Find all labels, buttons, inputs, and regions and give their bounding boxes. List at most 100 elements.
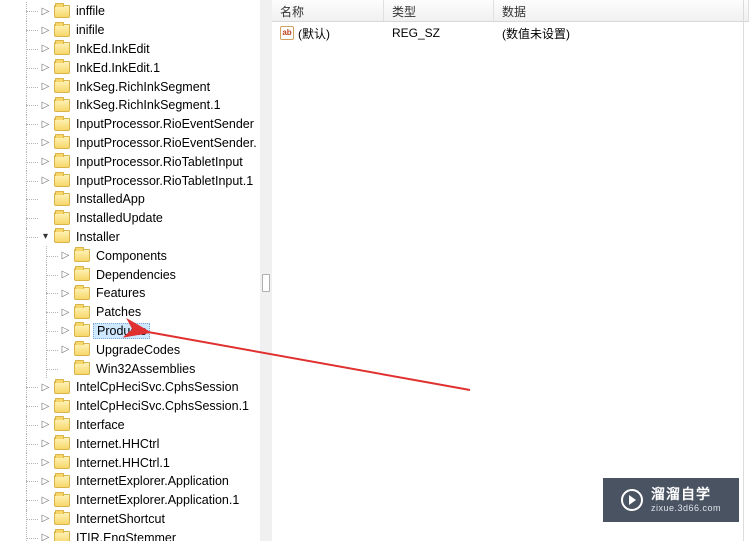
tree-item[interactable]: ▷UpgradeCodes xyxy=(2,340,260,359)
folder-icon xyxy=(54,99,70,112)
folder-icon xyxy=(54,42,70,55)
tree-item[interactable]: ▷ InkEd.InkEdit xyxy=(2,40,260,59)
expand-icon[interactable]: ▷ xyxy=(40,81,51,92)
expand-icon[interactable]: ▷ xyxy=(40,382,51,393)
tree-item[interactable]: ▾Installer xyxy=(2,228,260,247)
expand-icon[interactable]: ▷ xyxy=(40,175,51,186)
expand-icon[interactable]: ▷ xyxy=(60,250,71,261)
tree-item-label: InkSeg.RichInkSegment xyxy=(74,80,212,94)
list-header[interactable]: 名称 类型 数据 xyxy=(272,0,749,22)
folder-icon xyxy=(54,212,70,225)
expand-icon[interactable]: ▷ xyxy=(60,344,71,355)
tree-item[interactable]: Win32Assemblies xyxy=(2,359,260,378)
tree-item[interactable]: ▷ InkSeg.RichInkSegment xyxy=(2,77,260,96)
tree-item-label: Components xyxy=(94,249,169,263)
tree-item-label: Interface xyxy=(74,418,127,432)
tree-item[interactable]: ▷ inffile xyxy=(2,2,260,21)
tree-item-label: InputProcessor.RioEventSender xyxy=(74,117,256,131)
tree-item[interactable]: ▷ Components xyxy=(2,246,260,265)
column-type[interactable]: 类型 xyxy=(384,0,494,21)
expand-icon[interactable]: ▷ xyxy=(40,457,51,468)
expand-icon[interactable]: ▷ xyxy=(40,43,51,54)
expand-icon[interactable]: ▷ xyxy=(40,62,51,73)
expand-icon[interactable]: ▷ xyxy=(40,137,51,148)
tree-item[interactable]: ▷ Interface xyxy=(2,416,260,435)
watermark-url: zixue.3d66.com xyxy=(651,503,721,514)
folder-icon xyxy=(54,136,70,149)
tree-item[interactable]: ▷ Dependencies xyxy=(2,265,260,284)
folder-icon xyxy=(74,343,90,356)
tree-item-label: InternetExplorer.Application.1 xyxy=(74,493,241,507)
value-data: (数值未设置) xyxy=(494,25,749,42)
tree-item-label: inffile xyxy=(74,4,107,18)
folder-icon xyxy=(74,306,90,319)
tree-item-label: InkEd.InkEdit xyxy=(74,42,152,56)
column-name[interactable]: 名称 xyxy=(272,0,384,21)
tree-item[interactable]: ▷ ITIR.EngStemmer xyxy=(2,528,260,541)
folder-icon xyxy=(54,230,70,243)
expand-icon[interactable]: ▷ xyxy=(40,438,51,449)
tree-item[interactable]: ▷InputProcessor.RioTabletInput.1 xyxy=(2,171,260,190)
tree-item-label: Dependencies xyxy=(94,268,178,282)
tree-item[interactable]: ▷InternetShortcut xyxy=(2,510,260,529)
folder-icon xyxy=(54,61,70,74)
tree-item-label: inifile xyxy=(74,23,107,37)
expand-icon[interactable]: ▷ xyxy=(40,513,51,524)
column-data[interactable]: 数据 xyxy=(494,0,749,21)
tree-item[interactable]: InstalledApp xyxy=(2,190,260,209)
expand-icon[interactable]: ▷ xyxy=(40,156,51,167)
tree-item[interactable]: ▷ IntelCpHeciSvc.CphsSession xyxy=(2,378,260,397)
expand-icon[interactable]: ▷ xyxy=(40,495,51,506)
tree-item-label: Products xyxy=(93,323,150,339)
splitter[interactable] xyxy=(260,0,272,541)
tree-item[interactable]: ▷Patches xyxy=(2,303,260,322)
value-name: (默认) xyxy=(298,25,330,42)
tree-item[interactable]: ▷ IntelCpHeciSvc.CphsSession.1 xyxy=(2,397,260,416)
tree-item[interactable]: ▷InkEd.InkEdit.1 xyxy=(2,58,260,77)
expand-icon[interactable]: ▷ xyxy=(40,25,51,36)
tree-item[interactable]: ▷Features xyxy=(2,284,260,303)
tree-item[interactable]: ▷InkSeg.RichInkSegment.1 xyxy=(2,96,260,115)
table-row[interactable]: ab (默认) REG_SZ (数值未设置) xyxy=(272,24,749,42)
tree-item[interactable]: ▷ Internet.HHCtrl.1 xyxy=(2,453,260,472)
tree-item[interactable]: ▷InputProcessor.RioEventSender. xyxy=(2,134,260,153)
tree-item[interactable]: ▷ InputProcessor.RioEventSender xyxy=(2,115,260,134)
tree-item[interactable]: ▷Internet.HHCtrl xyxy=(2,434,260,453)
tree-item-label: ITIR.EngStemmer xyxy=(74,531,178,541)
folder-icon xyxy=(54,531,70,541)
folder-icon xyxy=(74,324,90,337)
collapse-icon[interactable]: ▾ xyxy=(40,231,51,242)
expand-icon[interactable]: ▷ xyxy=(60,288,71,299)
folder-icon xyxy=(54,400,70,413)
expand-icon[interactable]: ▷ xyxy=(40,401,51,412)
folder-icon xyxy=(54,118,70,131)
expand-icon[interactable]: ▷ xyxy=(60,307,71,318)
tree-pane[interactable]: ▷ inffile ▷ inifile ▷ InkEd.InkEdit ▷InkEd.Ink… xyxy=(0,0,260,541)
watermark: 溜溜自学 zixue.3d66.com xyxy=(603,478,739,522)
tree-item-label: IntelCpHeciSvc.CphsSession xyxy=(74,380,241,394)
tree-item-label: InternetExplorer.Application xyxy=(74,474,231,488)
watermark-title: 溜溜自学 xyxy=(651,486,721,503)
expand-icon[interactable]: ▷ xyxy=(40,419,51,430)
tree-item-label: Internet.HHCtrl.1 xyxy=(74,456,172,470)
tree-item[interactable]: ▷InputProcessor.RioTabletInput xyxy=(2,152,260,171)
tree-item[interactable]: InstalledUpdate xyxy=(2,209,260,228)
tree-item[interactable]: ▷ InternetExplorer.Application xyxy=(2,472,260,491)
value-type: REG_SZ xyxy=(384,26,494,40)
expand-icon[interactable]: ▷ xyxy=(60,325,71,336)
splitter-grip[interactable] xyxy=(262,274,270,292)
folder-icon xyxy=(74,287,90,300)
expand-icon[interactable]: ▷ xyxy=(40,119,51,130)
tree-item[interactable]: ▷ InternetExplorer.Application.1 xyxy=(2,491,260,510)
expand-icon[interactable]: ▷ xyxy=(40,476,51,487)
expand-icon[interactable]: ▷ xyxy=(60,269,71,280)
tree-item[interactable]: ▷ inifile xyxy=(2,21,260,40)
tree-item[interactable]: ▷ Products xyxy=(2,322,260,341)
expand-icon[interactable]: ▷ xyxy=(40,532,51,541)
tree-item-label: IntelCpHeciSvc.CphsSession.1 xyxy=(74,399,251,413)
expand-icon[interactable]: ▷ xyxy=(40,6,51,17)
folder-icon xyxy=(54,155,70,168)
tree-item-label: InstalledApp xyxy=(74,192,147,206)
folder-icon xyxy=(54,456,70,469)
expand-icon[interactable]: ▷ xyxy=(40,100,51,111)
